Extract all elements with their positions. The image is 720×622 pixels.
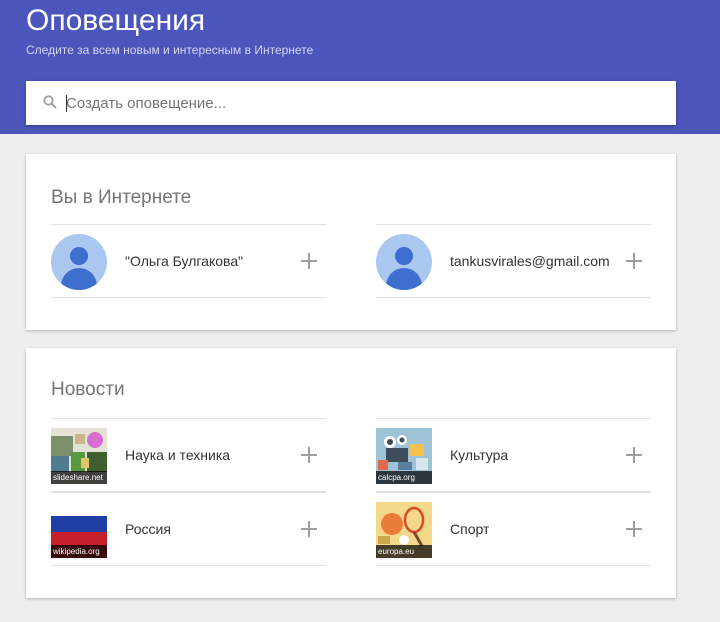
- add-alert-icon[interactable]: [301, 521, 317, 537]
- news-thumbnail: wikipedia.org: [51, 502, 107, 558]
- news-card: Новости slideshare.net Наука и техника c…: [26, 348, 676, 598]
- news-item[interactable]: wikipedia.org Россия: [51, 492, 326, 566]
- you-online-card: Вы в Интернете "Ольга Булгакова" tankusv…: [26, 154, 676, 330]
- thumbnail-source: calcpa.org: [376, 471, 432, 484]
- avatar: [376, 234, 432, 290]
- add-alert-icon[interactable]: [626, 253, 642, 269]
- news-thumbnail: calcpa.org: [376, 428, 432, 484]
- news-item[interactable]: slideshare.net Наука и техника: [51, 418, 326, 492]
- you-online-item[interactable]: "Ольга Булгакова": [51, 224, 326, 298]
- item-label: Наука и техника: [125, 447, 231, 463]
- item-label: "Ольга Булгакова": [125, 253, 244, 269]
- page-title: Оповещения: [26, 4, 206, 37]
- header-bar: Оповещения Следите за всем новым и интер…: [0, 0, 720, 134]
- avatar: [51, 234, 107, 290]
- add-alert-icon[interactable]: [626, 521, 642, 537]
- add-alert-icon[interactable]: [301, 447, 317, 463]
- add-alert-icon[interactable]: [301, 253, 317, 269]
- you-online-title: Вы в Интернете: [51, 187, 192, 208]
- search-box[interactable]: [26, 81, 676, 125]
- item-label: tankusvirales@gmail.com: [450, 253, 610, 269]
- news-item[interactable]: europa.eu Спорт: [376, 492, 651, 566]
- news-item[interactable]: calcpa.org Культура: [376, 418, 651, 492]
- item-label: Россия: [125, 521, 171, 537]
- you-online-item[interactable]: tankusvirales@gmail.com: [376, 224, 651, 298]
- thumbnail-source: slideshare.net: [51, 471, 107, 484]
- thumbnail-source: europa.eu: [376, 545, 432, 558]
- news-thumbnail: europa.eu: [376, 502, 432, 558]
- news-thumbnail: slideshare.net: [51, 428, 107, 484]
- news-title: Новости: [51, 379, 125, 400]
- thumbnail-source: wikipedia.org: [51, 545, 107, 558]
- search-icon: [43, 95, 57, 109]
- add-alert-icon[interactable]: [626, 447, 642, 463]
- page-subtitle: Следите за всем новым и интересным в Инт…: [26, 43, 314, 57]
- item-label: Культура: [450, 447, 509, 463]
- search-input[interactable]: [66, 81, 666, 125]
- text-cursor: [66, 95, 67, 112]
- item-label: Спорт: [450, 521, 490, 537]
